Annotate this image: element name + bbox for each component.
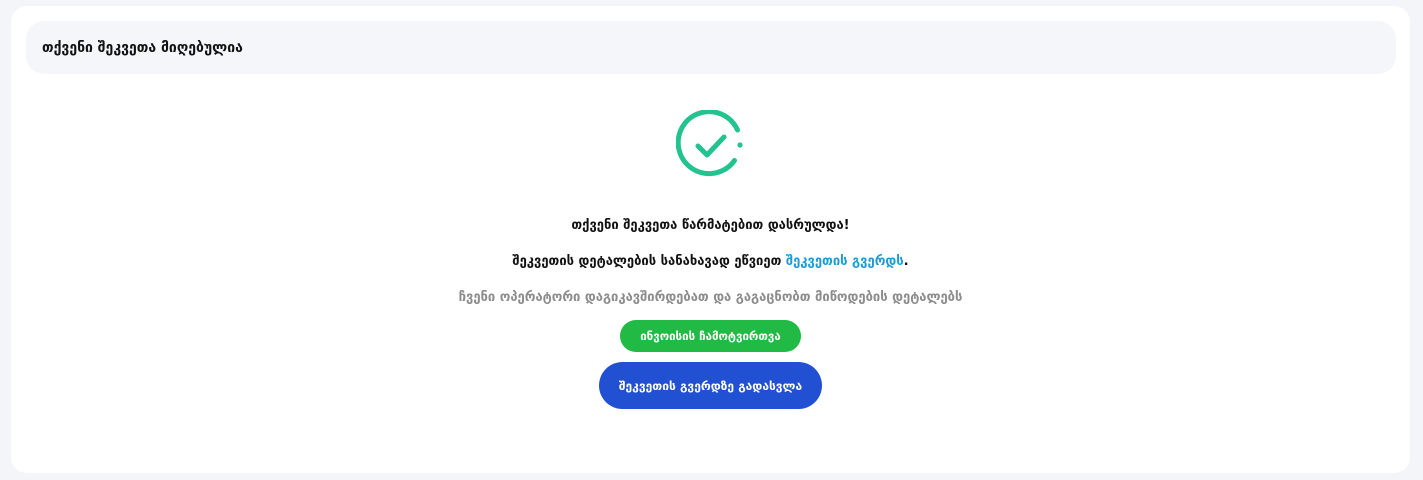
order-confirmation-card: თქვენი შეკვეთა მიღებულია თქვენი შეკვეთა … bbox=[11, 6, 1410, 473]
order-details-message: შეკვეთის დეტალების სანახავად ეწვიეთ შეკვ… bbox=[11, 254, 1410, 269]
operator-note: ჩვენი ოპერატორი დაგიკავშირდებათ და გაგაც… bbox=[458, 290, 963, 305]
order-details-text: შეკვეთის დეტალების სანახავად ეწვიეთ bbox=[512, 254, 786, 269]
order-page-link[interactable]: შეკვეთის გვერდს bbox=[786, 254, 904, 269]
card-header: თქვენი შეკვეთა მიღებულია bbox=[26, 21, 1396, 74]
go-to-order-page-button[interactable]: შეკვეთის გვერდზე გადასვლა bbox=[599, 362, 822, 409]
check-circle-icon bbox=[676, 110, 743, 177]
order-details-suffix: . bbox=[903, 254, 909, 269]
page-title: თქვენი შეკვეთა მიღებულია bbox=[42, 39, 243, 56]
success-message: თქვენი შეკვეთა წარმატებით დასრულდა! bbox=[571, 218, 850, 233]
download-invoice-button[interactable]: ინვოისის ჩამოტვირთვა bbox=[620, 320, 801, 352]
